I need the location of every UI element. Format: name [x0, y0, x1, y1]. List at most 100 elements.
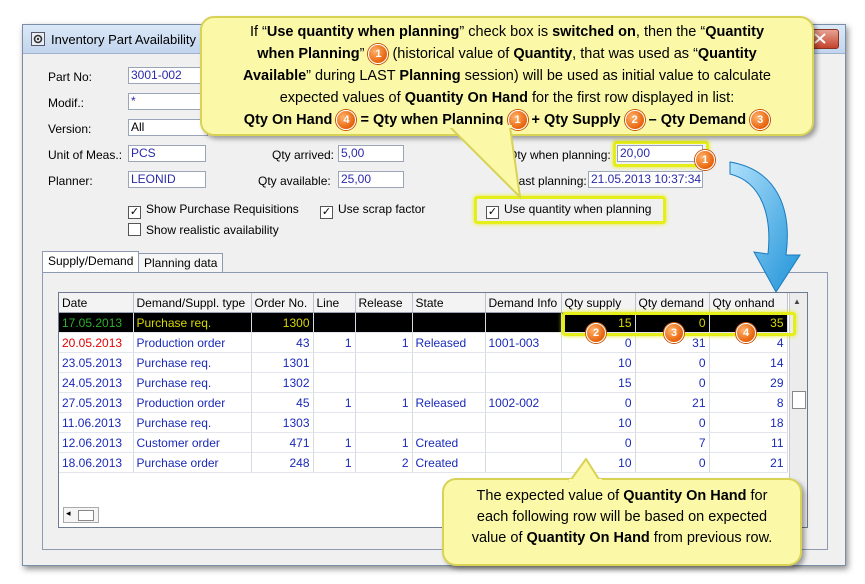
tab-supply-demand[interactable]: Supply/Demand [42, 251, 140, 273]
table-cell: 0 [561, 432, 636, 453]
table-cell: 1302 [251, 372, 314, 393]
table-cell: Purchase req. [133, 352, 252, 373]
table-cell: 0 [635, 352, 710, 373]
column-header[interactable]: Order No. [251, 293, 314, 313]
table-cell: 24.05.2013 [59, 372, 134, 393]
table-cell: Purchase req. [133, 412, 252, 433]
scroll-left-arrow-icon[interactable]: ◂ [66, 508, 71, 519]
callout-line-1: If “Use quantity when planning” check bo… [249, 24, 765, 40]
blue-arrow-icon [729, 161, 801, 293]
checkbox-box: ✓ [128, 206, 141, 219]
use-scrap-factor-checkbox[interactable]: ✓ Use scrap factor [320, 202, 425, 219]
column-header[interactable]: Demand Info [485, 293, 562, 313]
table-row[interactable]: 18.06.2013 Purchase order 248 1 2 Created 10 0 2… [59, 452, 788, 473]
table-cell: 18.06.2013 [59, 452, 134, 473]
qty-arrived-field[interactable]: 5,00 [338, 145, 404, 162]
tab-planning-data[interactable]: Planning data [138, 253, 224, 273]
table-cell: 2 [355, 452, 413, 473]
table-cell: 0 [635, 412, 710, 433]
column-header[interactable]: State [412, 293, 486, 313]
badge-1-icon: 1 [695, 150, 715, 170]
horizontal-scrollbar[interactable]: ◂ [63, 507, 99, 523]
badge-1-icon: 1 [368, 44, 389, 65]
table-row[interactable]: 12.06.2013 Customer order 471 1 1 Created 0 7 11 [59, 432, 788, 453]
table-cell: 12.06.2013 [59, 432, 134, 453]
table-cell: 15 [561, 372, 636, 393]
table-row[interactable]: 11.06.2013 Purchase req. 1303 10 0 18 [59, 412, 788, 433]
planner-label: Planner: [48, 174, 93, 188]
last-planning-field[interactable]: 21.05.2013 10:37:34 [588, 171, 703, 188]
column-header[interactable]: Demand/Suppl. type [133, 293, 252, 313]
badge-3-icon: 3 [664, 323, 684, 343]
planner-field[interactable]: LEONID [128, 171, 206, 188]
table-cell: 1 [355, 392, 413, 413]
badge-4-icon: 4 [736, 323, 756, 343]
show-realistic-availability-checkbox[interactable]: Show realistic availability [128, 223, 279, 237]
table-cell: 0 [635, 452, 710, 473]
table-cell: 248 [251, 452, 314, 473]
column-header[interactable]: Release [355, 293, 413, 313]
table-cell: 11.06.2013 [59, 412, 134, 433]
table-cell: 0 [635, 372, 710, 393]
part-no-field[interactable]: 3001-002 [128, 67, 208, 84]
table-cell: 1001-003 [485, 332, 562, 353]
table-cell [485, 452, 562, 473]
table-cell: Purchase order [133, 452, 252, 473]
table-cell: 29 [709, 372, 788, 393]
table-cell [355, 412, 413, 433]
checkbox-label: Show realistic availability [146, 223, 279, 237]
badge-2-icon: 2 [624, 110, 645, 131]
table-cell [355, 372, 413, 393]
callout-line-2: each following row will be based on expe… [476, 509, 768, 525]
table-cell [412, 312, 486, 333]
callout-line-4: expected values of Quantity On Hand for … [279, 90, 735, 106]
close-icon [814, 33, 826, 44]
table-row[interactable]: 24.05.2013 Purchase req. 1302 15 0 29 [59, 372, 788, 393]
table-cell: 1 [313, 332, 356, 353]
table-cell: Purchase req. [133, 312, 252, 333]
version-field[interactable]: All [128, 119, 208, 136]
table-cell: 1 [355, 332, 413, 353]
bottom-callout: The expected value of Quantity On Hand f… [442, 478, 802, 566]
table-cell [412, 372, 486, 393]
uom-field[interactable]: PCS [128, 145, 206, 162]
table-cell [412, 412, 486, 433]
table-cell [313, 412, 356, 433]
column-header[interactable]: Qty supply [561, 293, 636, 313]
column-header[interactable]: Date [59, 293, 134, 313]
uom-label: Unit of Meas.: [48, 148, 123, 162]
column-header[interactable]: Qty demand [635, 293, 710, 313]
table-cell: Production order [133, 332, 252, 353]
table-cell: 23.05.2013 [59, 352, 134, 373]
table-cell: 10 [561, 412, 636, 433]
table-cell [485, 372, 562, 393]
qty-arrived-label: Qty arrived: [272, 148, 335, 162]
modif-field[interactable]: * [128, 93, 208, 110]
callout-pointer [450, 125, 522, 200]
table-cell: 1 [313, 392, 356, 413]
table-cell [355, 352, 413, 373]
show-purchase-requisitions-checkbox[interactable]: ✓ Show Purchase Requisitions [128, 202, 299, 219]
table-cell: 27.05.2013 [59, 392, 134, 413]
table-cell [485, 432, 562, 453]
checkbox-box [128, 223, 141, 236]
table-cell [485, 312, 562, 333]
checkbox-label: Show Purchase Requisitions [146, 202, 299, 216]
table-cell: 8 [709, 392, 788, 413]
table-cell [313, 312, 356, 333]
table-row[interactable]: 27.05.2013 Production order 45 1 1 Released 10… [59, 392, 788, 413]
table-cell: 11 [709, 432, 788, 453]
table-row[interactable]: 23.05.2013 Purchase req. 1301 10 0 14 [59, 352, 788, 373]
badge-2-icon: 2 [586, 323, 606, 343]
scrollbar-thumb[interactable] [792, 391, 806, 409]
badge-3-icon: 3 [750, 110, 771, 131]
app-gear-icon [31, 32, 45, 46]
hscroll-thumb[interactable] [78, 510, 94, 521]
modif-label: Modif.: [48, 96, 85, 110]
column-header[interactable]: Line [313, 293, 356, 313]
table-cell: 0 [561, 392, 636, 413]
qty-available-label: Qty available: [258, 174, 331, 188]
qty-available-field[interactable]: 25,00 [338, 171, 404, 188]
table-cell [313, 372, 356, 393]
table-cell: 471 [251, 432, 314, 453]
